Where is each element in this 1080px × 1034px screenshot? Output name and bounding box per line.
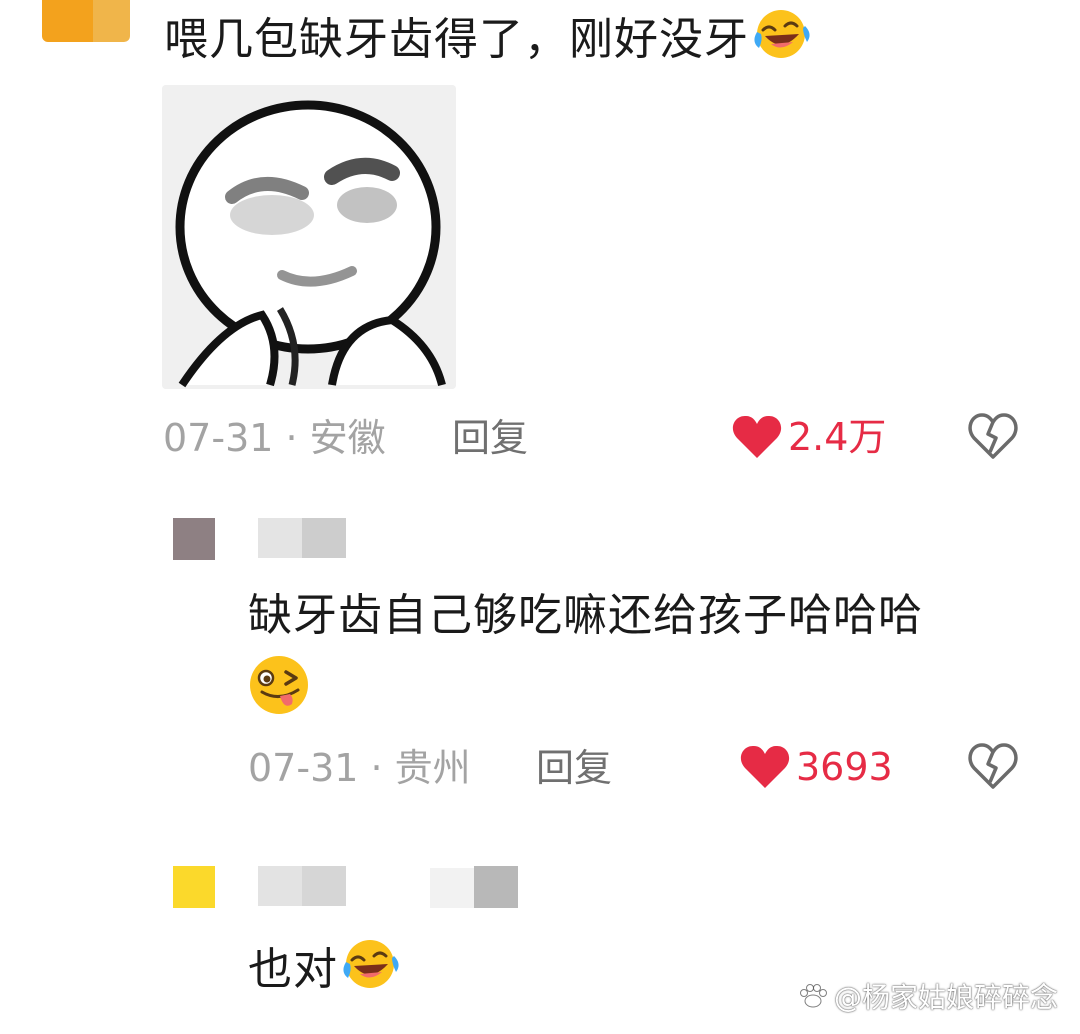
heart-icon (740, 745, 790, 788)
username-redacted[interactable] (258, 518, 346, 558)
dislike-button[interactable] (968, 412, 1018, 464)
comment-body: 喂几包缺牙齿得了，刚好没牙 (164, 14, 749, 65)
comment-text: 也对 (248, 936, 402, 1004)
watermark-text: @杨家姑娘碎碎念 (833, 981, 1058, 1014)
broken-heart-icon (968, 743, 1018, 789)
heart-icon (732, 415, 782, 458)
avatar[interactable] (42, 0, 130, 42)
comment-body: 缺牙齿自己够吃嘛还给孩子哈哈哈 (248, 590, 923, 641)
badge-redacted (474, 866, 518, 908)
badge-redacted (430, 868, 474, 908)
like-button[interactable]: 3693 (740, 744, 893, 790)
like-count: 2.4万 (788, 415, 887, 459)
comment-body: 也对 (248, 944, 338, 995)
dislike-button[interactable] (968, 742, 1018, 794)
avatar[interactable] (173, 518, 215, 560)
broken-heart-icon (968, 413, 1018, 459)
watermark: @杨家姑娘碎碎念 (798, 976, 1058, 1016)
comment-date-location: 07-31 · 贵州 (248, 746, 471, 790)
comment-text: 喂几包缺牙齿得了，刚好没牙 (164, 6, 813, 74)
reply-button[interactable]: 回复 (452, 416, 528, 460)
rofl-emoji-icon (749, 6, 813, 74)
rofl-emoji-icon (338, 936, 402, 1004)
comment-date-location: 07-31 · 安徽 (163, 416, 386, 460)
reply-button[interactable]: 回复 (536, 746, 612, 790)
winking-tongue-emoji-icon (246, 654, 312, 720)
meme-face-sticker[interactable] (162, 85, 456, 389)
like-button[interactable]: 2.4万 (732, 414, 886, 460)
username-redacted[interactable] (258, 866, 346, 906)
avatar[interactable] (173, 866, 215, 908)
paw-icon (799, 984, 827, 1008)
like-count: 3693 (796, 745, 893, 789)
